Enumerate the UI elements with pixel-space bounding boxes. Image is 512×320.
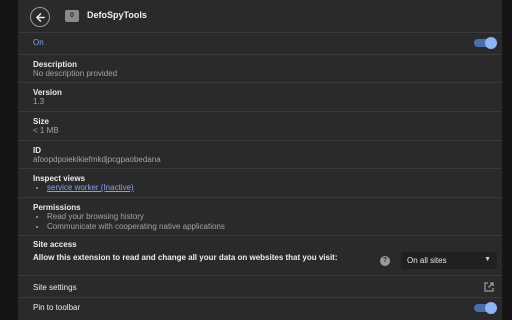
inspect-views-list: service worker (Inactive): [33, 183, 134, 193]
arrow-left-icon: [35, 12, 45, 22]
list-item: Communicate with cooperating native appl…: [47, 222, 225, 232]
launch-icon[interactable]: [483, 281, 495, 293]
id-value: afoopdpoiekikiefmkdjpcgpaobedana: [33, 155, 161, 164]
extension-icon: 0: [65, 10, 79, 22]
permissions-label: Permissions: [33, 203, 81, 212]
id-label: ID: [33, 146, 41, 155]
left-margin: [0, 0, 18, 320]
enable-row: On: [18, 33, 502, 54]
description-label: Description: [33, 60, 78, 69]
site-access-description: Allow this extension to read and change …: [33, 253, 338, 262]
enable-toggle[interactable]: [474, 37, 497, 49]
size-label: Size: [33, 117, 50, 126]
divider: [18, 275, 502, 276]
site-settings-label[interactable]: Site settings: [33, 283, 77, 292]
service-worker-link[interactable]: service worker (Inactive): [47, 183, 134, 192]
site-access-select[interactable]: On all sites ▼: [401, 252, 497, 269]
description-value: No description provided: [33, 69, 118, 78]
pin-to-toolbar-label: Pin to toolbar: [33, 303, 81, 312]
version-value: 1.3: [33, 97, 45, 106]
divider: [18, 297, 502, 298]
caret-down-icon: ▼: [484, 256, 491, 263]
site-access-title: Site access: [33, 240, 77, 249]
toggle-knob: [485, 37, 497, 49]
back-button[interactable]: [30, 7, 50, 27]
divider: [18, 111, 502, 112]
divider: [18, 82, 502, 83]
enabled-label: On: [33, 38, 44, 47]
divider: [18, 235, 502, 236]
inspect-views-label: Inspect views: [33, 174, 86, 183]
divider: [18, 140, 502, 141]
divider: [18, 168, 502, 169]
size-value: < 1 MB: [33, 126, 59, 135]
divider: [18, 197, 502, 198]
list-item: Read your browsing history: [47, 212, 225, 222]
right-margin: [502, 0, 512, 320]
help-icon[interactable]: ?: [380, 256, 390, 266]
extension-name: DefoSpyTools: [87, 10, 147, 20]
site-access-selected: On all sites: [407, 256, 447, 265]
divider: [18, 54, 502, 55]
list-item: service worker (Inactive): [47, 183, 134, 193]
header: 0 DefoSpyTools: [18, 0, 502, 32]
version-label: Version: [33, 88, 62, 97]
toggle-knob: [485, 302, 497, 314]
extension-details-panel: 0 DefoSpyTools On Description No descrip…: [18, 0, 502, 320]
pin-toolbar-toggle[interactable]: [474, 302, 497, 314]
permissions-list: Read your browsing history Communicate w…: [33, 212, 225, 232]
